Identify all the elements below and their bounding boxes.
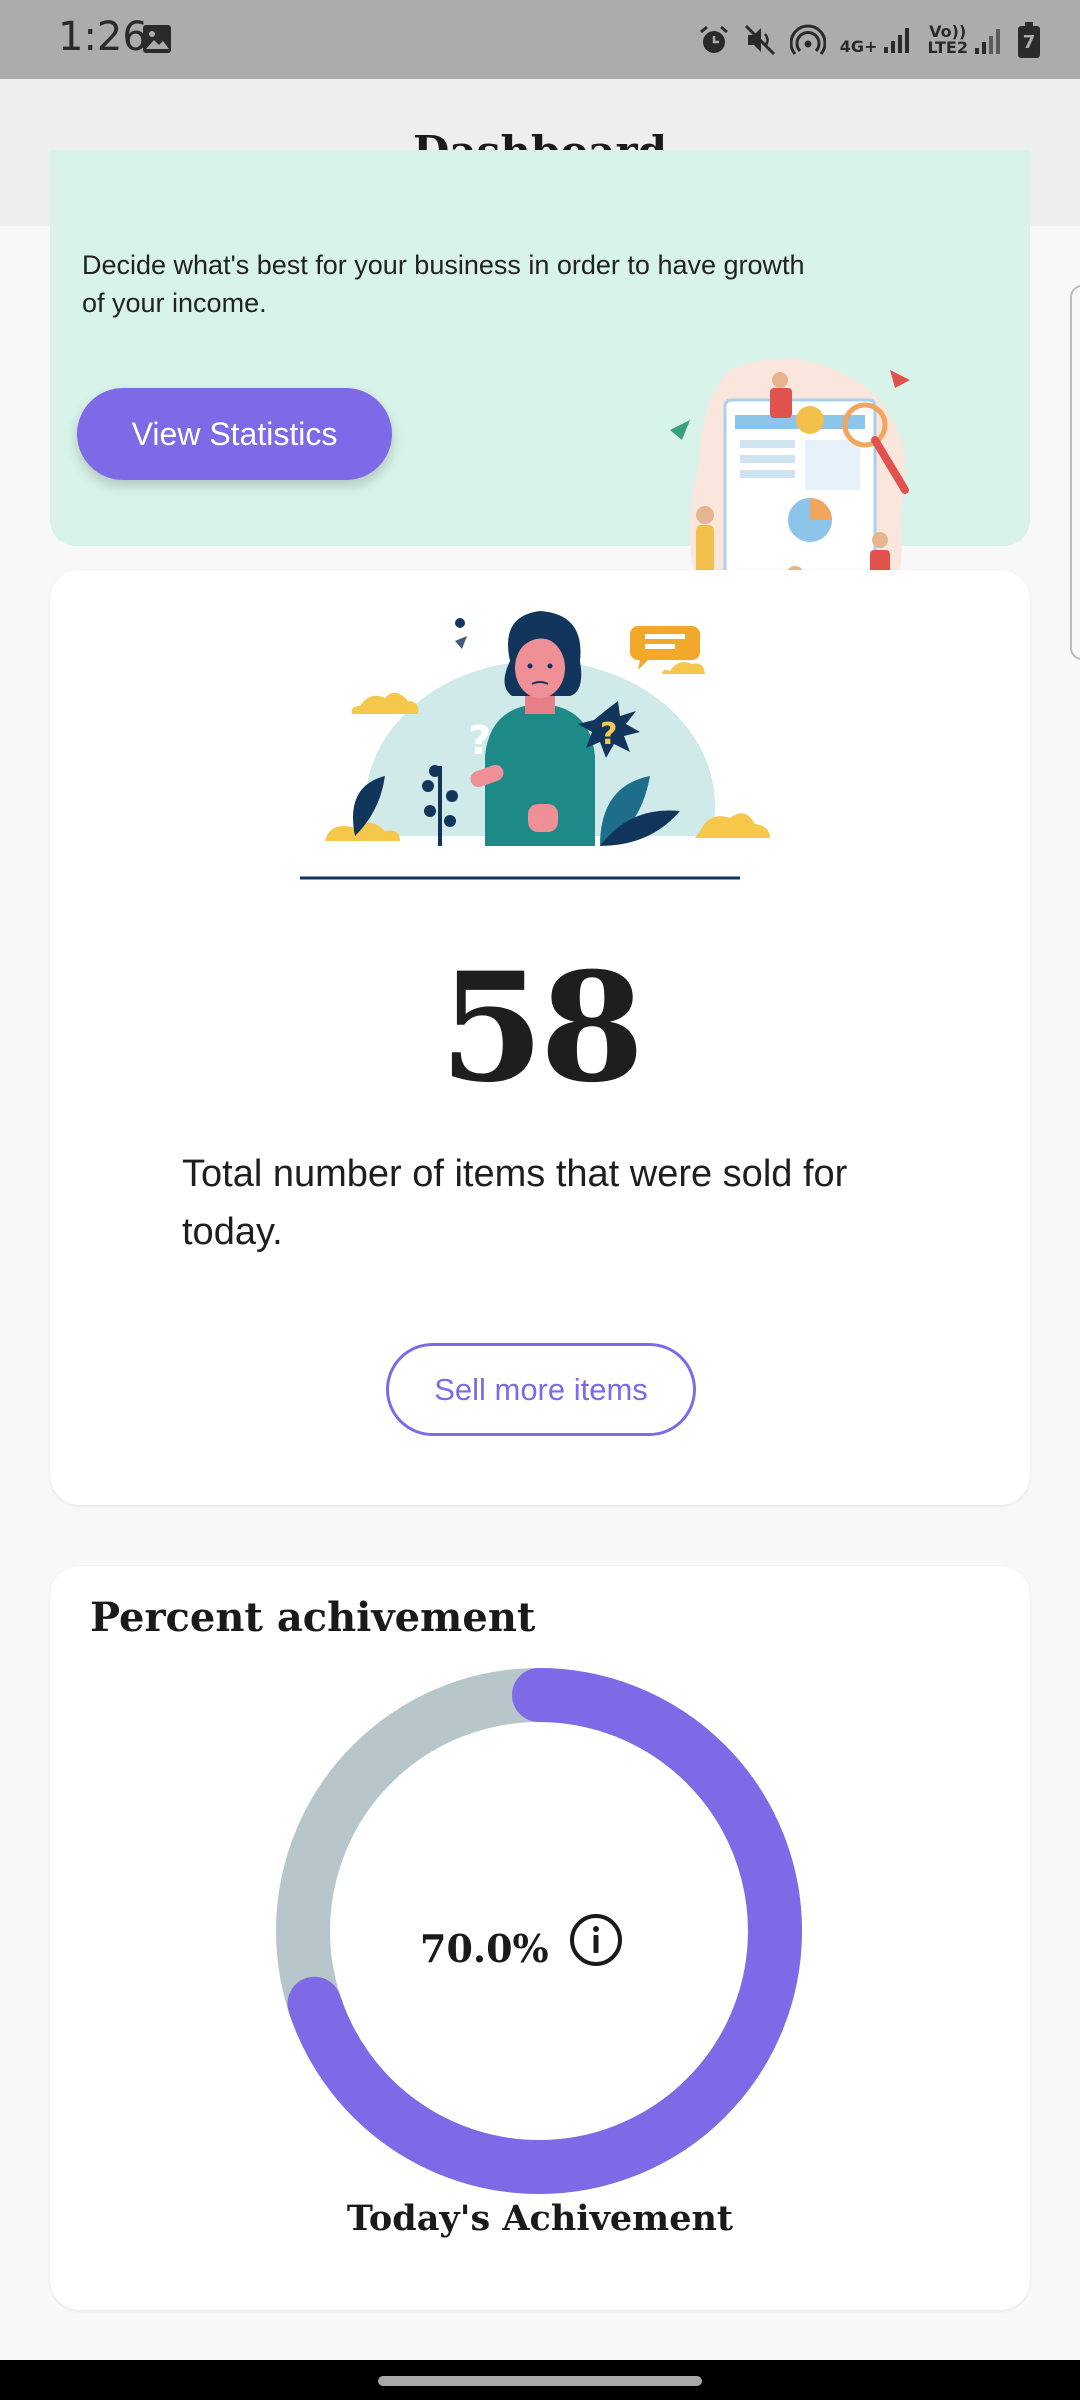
status-bar: 1:26 4G+ Vo)) LTE2 7 [0, 0, 1080, 79]
image-icon [142, 24, 172, 59]
confused-person-illustration: ? ? [300, 606, 780, 951]
signal-4g-icon: 4G+ [840, 25, 914, 55]
achievement-title: Percent achivement [90, 1594, 536, 1641]
alarm-icon [698, 24, 730, 56]
promo-card: Decide what's best for your business in … [50, 150, 1030, 672]
home-gesture-handle[interactable] [378, 2376, 702, 2386]
navigation-bar [0, 2360, 1080, 2400]
scroll-edge-indicator [1070, 285, 1080, 660]
achievement-caption: Today's Achivement [346, 2198, 734, 2239]
signal-volte-icon: Vo)) LTE2 [927, 24, 1004, 56]
hotspot-icon [789, 24, 826, 56]
battery-level: 7 [1022, 32, 1036, 53]
items-sold-description: Total number of items that were sold for… [182, 1153, 848, 1253]
svg-text:?: ? [468, 718, 491, 764]
battery-icon: 7 [1018, 22, 1040, 58]
status-time: 1:26 [58, 14, 148, 60]
percent-achievement-card: Percent achivement 70.0% Today's Achivem… [50, 1566, 1030, 2310]
items-sold-card: ? ? 58 Total number of items that were s… [50, 570, 1030, 1505]
achievement-percent: 70.0% [420, 1926, 549, 1971]
sell-more-items-button[interactable]: Sell more items [386, 1343, 696, 1436]
promo-description: Decide what's best for your business in … [82, 250, 805, 318]
info-icon[interactable] [568, 1912, 624, 1973]
view-statistics-button[interactable]: View Statistics [77, 388, 392, 480]
mute-icon [744, 24, 776, 56]
svg-text:?: ? [600, 717, 617, 752]
items-sold-count: 58 [439, 940, 645, 1116]
